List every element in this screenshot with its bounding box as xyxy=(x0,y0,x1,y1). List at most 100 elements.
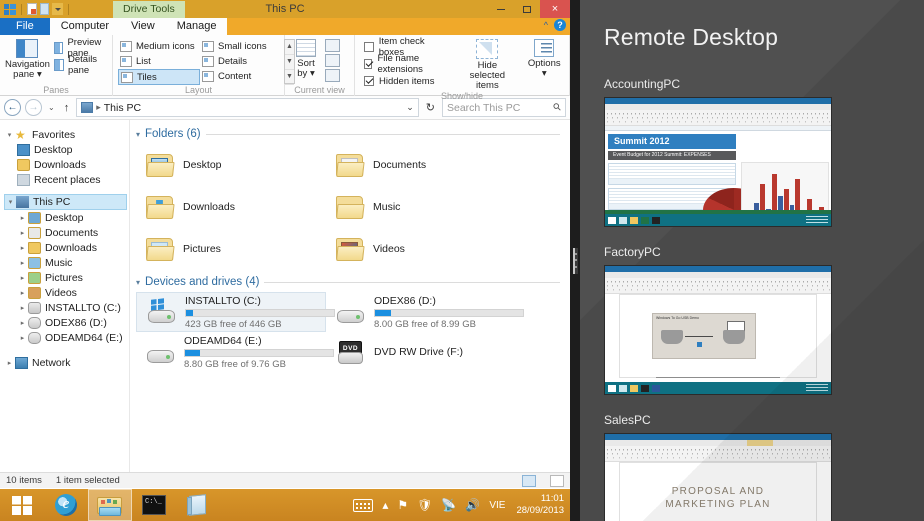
up-button[interactable]: ↑ xyxy=(61,102,73,114)
layout-small-icons[interactable]: Small icons xyxy=(200,39,282,54)
expander-icon[interactable]: ▸ xyxy=(17,259,28,267)
volume-icon[interactable]: 🔊 xyxy=(465,499,480,511)
folder-item-pictures[interactable]: Pictures xyxy=(136,228,326,270)
navigation-pane[interactable]: ▾ ★ Favorites Desktop Downloads Recent p… xyxy=(0,120,130,472)
expander-icon[interactable]: ▸ xyxy=(17,274,28,282)
sidebar-item-odex86-d[interactable]: ▸ ODEX86 (D:) xyxy=(4,315,129,330)
customize-dropdown-icon[interactable] xyxy=(52,3,63,15)
drives-section-header[interactable]: ▾ Devices and drives (4) xyxy=(136,276,570,288)
forward-button[interactable]: → xyxy=(25,99,42,116)
sidebar-item-desktop[interactable]: ▸ Desktop xyxy=(4,210,129,225)
add-columns-icon[interactable] xyxy=(325,39,340,52)
taskbar-sticky-notes[interactable] xyxy=(176,489,220,521)
collapse-ribbon-icon[interactable]: ^ xyxy=(544,20,548,30)
thumbnail-factorypc[interactable]: Windows To Go USB Demo xyxy=(604,265,832,395)
clock[interactable]: 11:01 28/09/2013 xyxy=(514,493,564,517)
drive-item-installto-c[interactable]: INSTALLTO (C:) 423 GB free of 446 GB xyxy=(136,292,335,332)
shield-icon[interactable]: 🛡 xyxy=(417,499,432,511)
sidebar-item-videos[interactable]: ▸ Videos xyxy=(4,285,129,300)
expander-icon[interactable]: ▾ xyxy=(4,131,15,139)
expander-icon[interactable]: ▸ xyxy=(17,304,28,312)
expander-icon[interactable]: ▸ xyxy=(17,229,28,237)
breadcrumb-this-pc[interactable]: This PC xyxy=(104,102,141,114)
folder-item-music[interactable]: ♫ Music xyxy=(326,186,516,228)
help-icon[interactable]: ? xyxy=(554,19,566,31)
folder-item-documents[interactable]: Documents xyxy=(326,144,516,186)
taskbar-internet-explorer[interactable]: e xyxy=(44,489,88,521)
back-button[interactable]: ← xyxy=(4,99,21,116)
folder-item-downloads[interactable]: Downloads xyxy=(136,186,326,228)
collapse-icon[interactable]: ▾ xyxy=(136,130,140,139)
sort-by-button[interactable]: Sort by ▾ xyxy=(290,37,322,79)
network-icon[interactable]: 📡 xyxy=(441,499,456,511)
thumbnail-accountingpc[interactable]: Summit 2012 Event Budget for 2012 Summit… xyxy=(604,97,832,227)
remote-machine-accountingpc[interactable]: AccountingPC Summit 2012 Event Budget fo… xyxy=(604,77,900,227)
sidebar-item-downloads[interactable]: ▸ Downloads xyxy=(4,240,129,255)
tab-computer[interactable]: Computer xyxy=(49,18,121,35)
language-indicator[interactable]: VIE xyxy=(489,500,505,511)
file-name-extensions-checkbox[interactable] xyxy=(364,59,373,69)
tab-view[interactable]: View xyxy=(120,18,166,35)
keyboard-icon[interactable] xyxy=(353,498,374,512)
options-button[interactable]: Options ▾ xyxy=(525,37,564,79)
layout-details[interactable]: Details xyxy=(200,54,282,69)
sidebar-item-downloads-fav[interactable]: Downloads xyxy=(4,157,129,172)
details-view-icon[interactable] xyxy=(522,474,536,487)
file-name-extensions-option[interactable]: File name extensions xyxy=(364,53,450,75)
hide-selected-items-button[interactable]: Hide selected items xyxy=(460,37,514,91)
window-splitter[interactable] xyxy=(570,0,580,521)
drive-item-odeamd64-e[interactable]: ODEAMD64 (E:) 8.80 GB free of 9.76 GB xyxy=(136,332,334,372)
layout-medium-icons[interactable]: Medium icons xyxy=(118,39,200,54)
expander-icon[interactable]: ▸ xyxy=(17,244,28,252)
layout-content[interactable]: Content xyxy=(200,69,282,84)
sidebar-item-music[interactable]: ▸ Music xyxy=(4,255,129,270)
large-icons-view-icon[interactable] xyxy=(550,474,564,487)
tab-file[interactable]: File xyxy=(0,18,50,35)
thumbnail-salespc[interactable]: PROPOSAL AND MARKETING PLAN xyxy=(604,433,832,521)
new-folder-icon[interactable] xyxy=(27,3,37,15)
minimize-button[interactable] xyxy=(488,0,514,18)
collapse-icon[interactable]: ▾ xyxy=(136,278,140,287)
tab-manage[interactable]: Manage xyxy=(165,18,228,35)
navigation-pane-button[interactable]: Navigation pane ▾ xyxy=(5,37,50,80)
computer-icon[interactable] xyxy=(4,3,16,15)
address-dropdown-icon[interactable]: ⌄ xyxy=(406,102,414,113)
expander-icon[interactable]: ▸ xyxy=(4,359,15,367)
choose-columns-icon[interactable] xyxy=(325,54,340,67)
properties-icon[interactable] xyxy=(40,3,49,15)
sidebar-item-this-pc[interactable]: ▾ This PC xyxy=(4,194,127,210)
remote-machine-salespc[interactable]: SalesPC PROPOSAL AND MARKETING PLAN xyxy=(604,413,900,521)
recent-locations-icon[interactable]: ⌄ xyxy=(46,103,57,112)
drive-item-dvd-rw-f[interactable]: DVD DVD RW Drive (F:) xyxy=(326,332,516,372)
expander-icon[interactable]: ▾ xyxy=(5,198,16,206)
sidebar-item-desktop-fav[interactable]: Desktop xyxy=(4,142,129,157)
sidebar-group-favorites[interactable]: ▾ ★ Favorites xyxy=(4,127,129,142)
item-check-boxes-checkbox[interactable] xyxy=(364,42,374,52)
details-pane-button[interactable]: Details pane xyxy=(53,54,107,76)
splitter-grip[interactable] xyxy=(572,247,578,274)
expander-icon[interactable]: ▸ xyxy=(17,214,28,222)
taskbar-file-explorer[interactable] xyxy=(88,489,132,521)
folder-item-videos[interactable]: Videos xyxy=(326,228,516,270)
sidebar-item-installto-c[interactable]: ▸ INSTALLTO (C:) xyxy=(4,300,129,315)
restore-button[interactable] xyxy=(514,0,540,18)
hidden-items-option[interactable]: Hidden items xyxy=(364,73,450,89)
content-pane[interactable]: ▾ Folders (6) Desktop Documents Download… xyxy=(130,120,570,472)
size-all-columns-icon[interactable] xyxy=(325,69,340,82)
sidebar-item-pictures[interactable]: ▸ Pictures xyxy=(4,270,129,285)
action-center-icon[interactable]: ⚑ xyxy=(397,499,408,511)
folder-item-desktop[interactable]: Desktop xyxy=(136,144,326,186)
expander-icon[interactable]: ▸ xyxy=(17,319,28,327)
sidebar-item-documents[interactable]: ▸ Documents xyxy=(4,225,129,240)
show-hidden-icons-icon[interactable]: ▴ xyxy=(382,499,388,511)
refresh-icon[interactable]: ↻ xyxy=(423,101,438,114)
start-button[interactable] xyxy=(0,489,44,521)
folders-section-header[interactable]: ▾ Folders (6) xyxy=(136,128,570,140)
expander-icon[interactable]: ▸ xyxy=(17,334,28,342)
drive-item-odex86-d[interactable]: ODEX86 (D:) 8.00 GB free of 8.99 GB xyxy=(326,292,524,332)
layout-list[interactable]: List xyxy=(118,54,200,69)
remote-machine-factorypc[interactable]: FactoryPC Windows To Go USB Demo xyxy=(604,245,900,395)
taskbar-command-prompt[interactable]: C:\_ xyxy=(132,489,176,521)
hidden-items-checkbox[interactable] xyxy=(364,76,374,86)
sidebar-item-recent-places[interactable]: Recent places xyxy=(4,172,129,187)
